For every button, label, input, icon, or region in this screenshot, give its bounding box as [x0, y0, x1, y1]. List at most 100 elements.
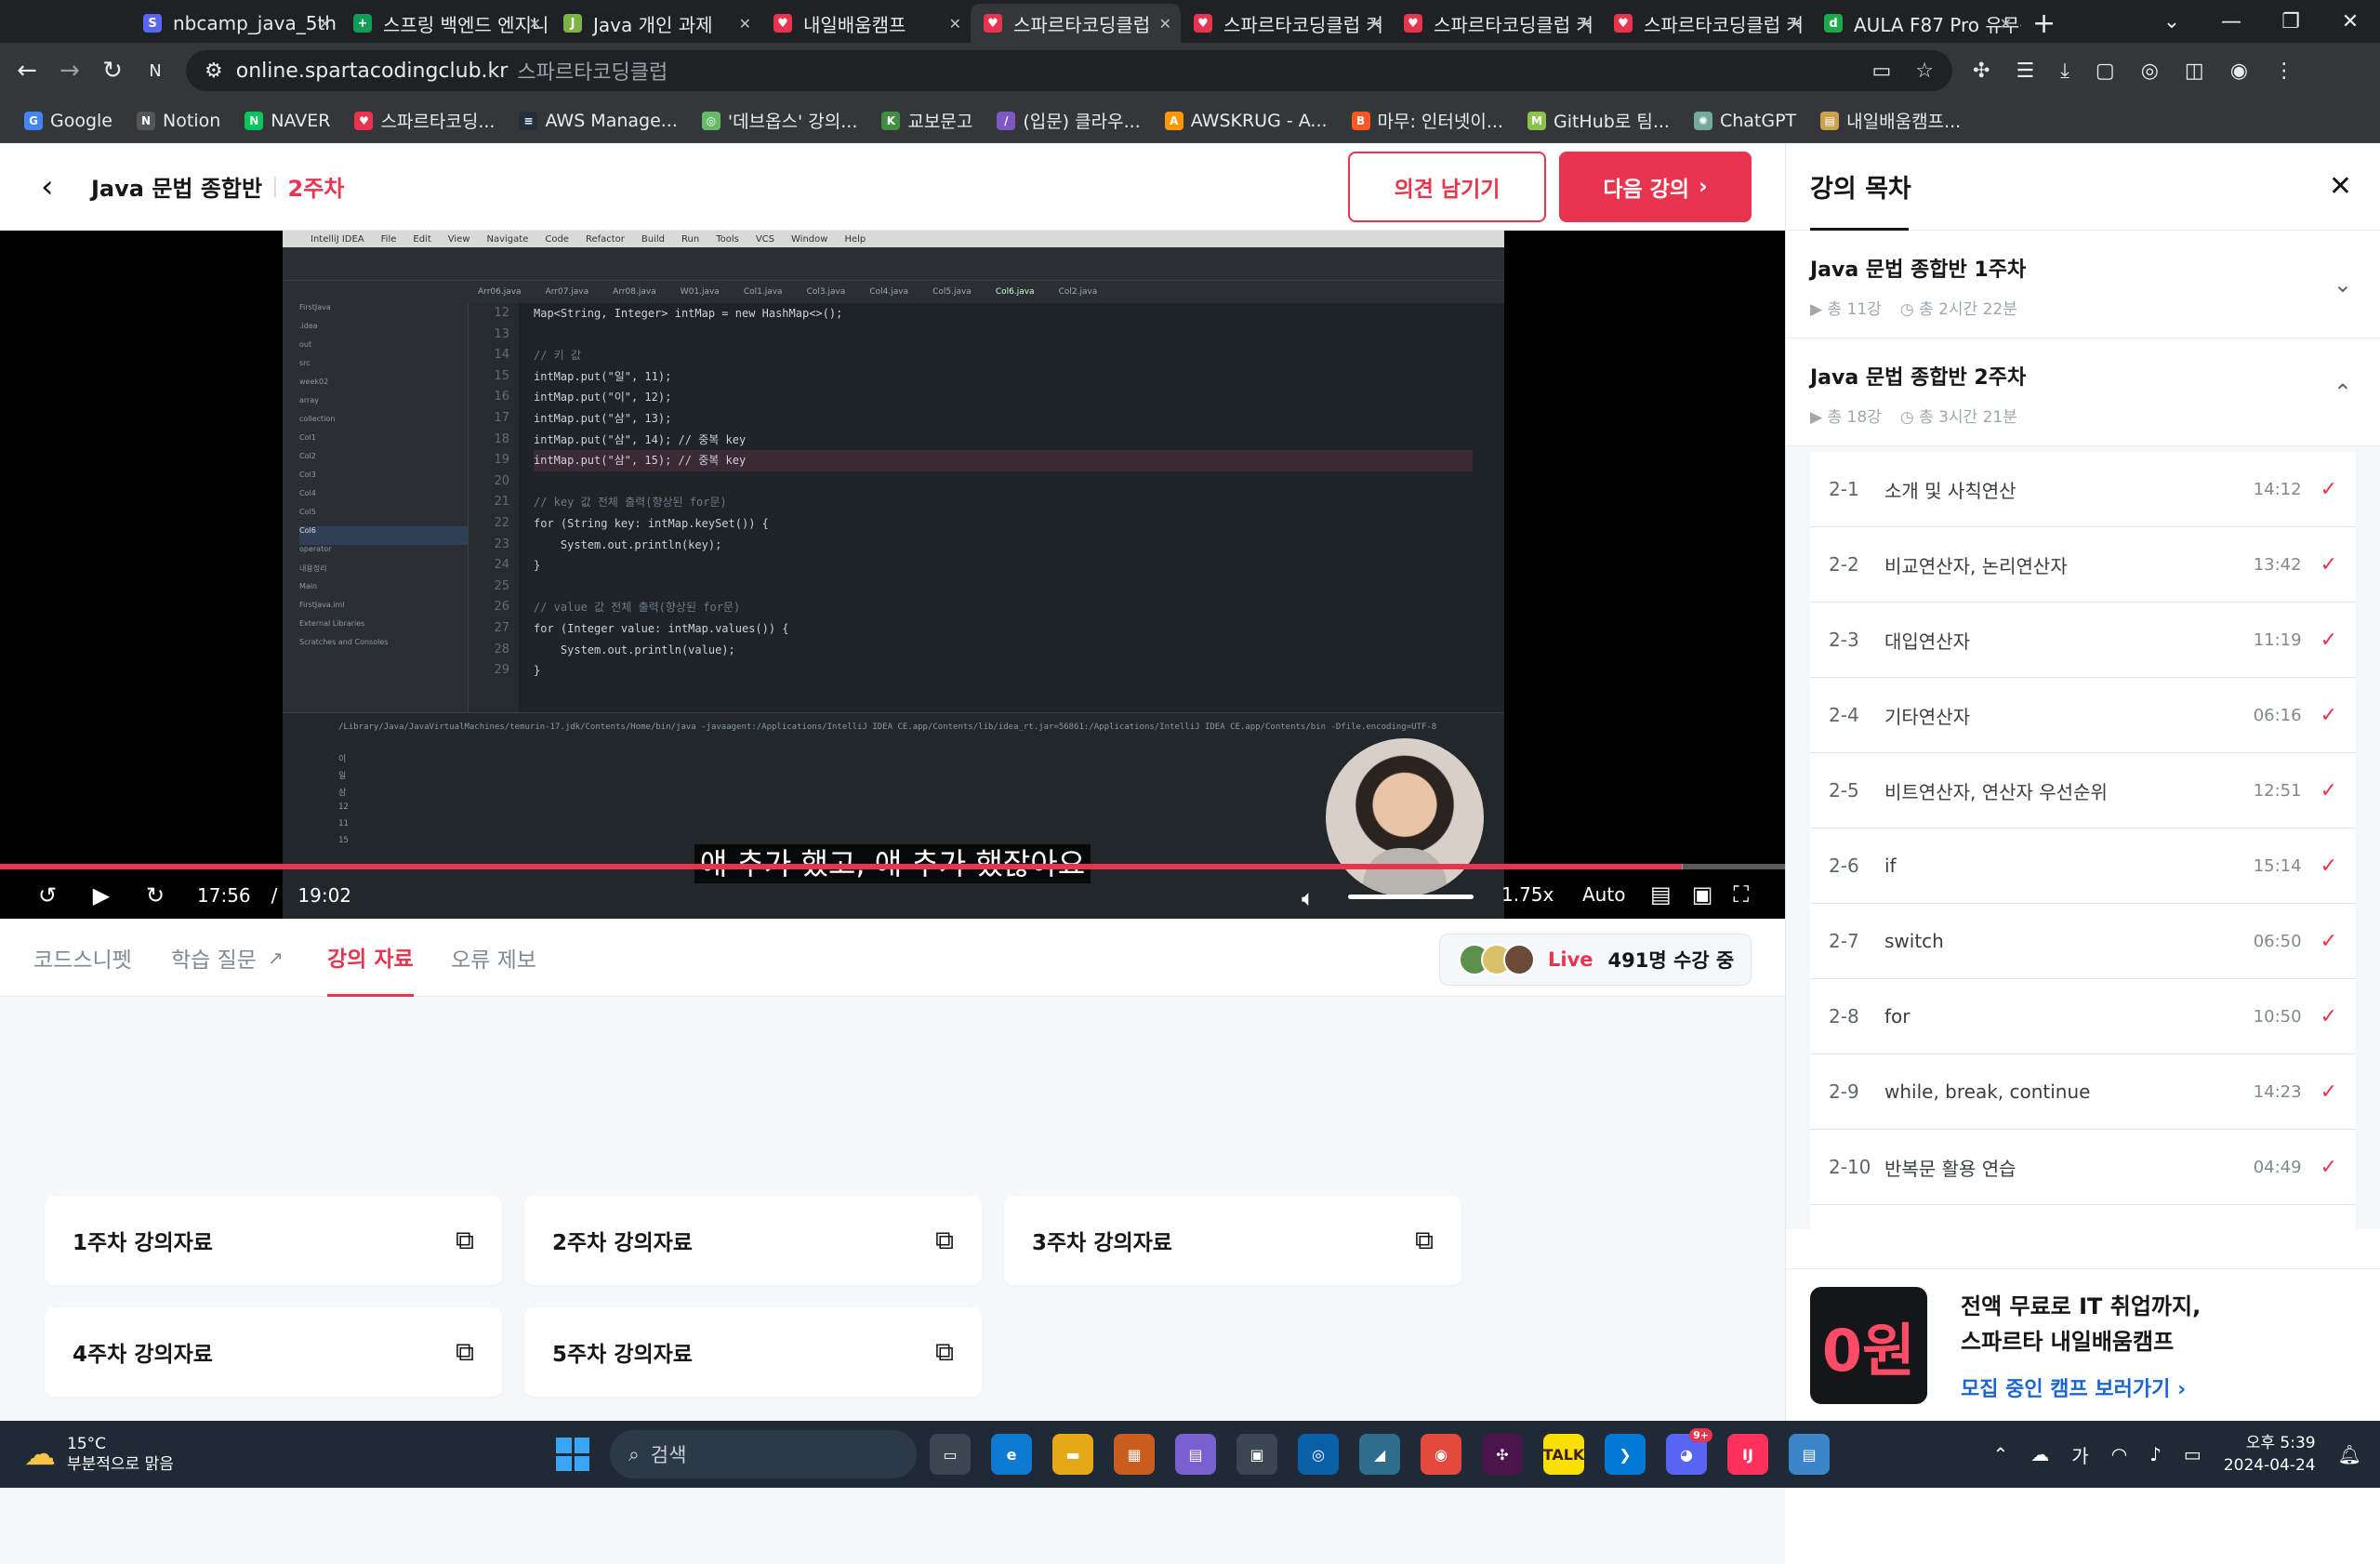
bookmark-item[interactable]: ♥ 스파르타코딩...	[354, 108, 495, 133]
lesson-item[interactable]: 2-11배열 개념소개 및 선언 조회 실습18:49✓	[1810, 1205, 2356, 1229]
captions-icon[interactable]: ▤	[1650, 881, 1672, 908]
sidebar-icon[interactable]: ◫	[2185, 60, 2204, 83]
rewind-10-icon[interactable]: ↺	[20, 882, 74, 908]
volume-icon[interactable]: 🔈︎	[1302, 885, 1315, 911]
task-view-icon[interactable]: ▭	[930, 1434, 971, 1475]
vscode-icon[interactable]: ❯	[1605, 1434, 1646, 1475]
volume-slider[interactable]	[1348, 895, 1474, 899]
browser-tab[interactable]: ♥ 스파르타코딩클럽 커 ✕	[1181, 4, 1391, 43]
bookmark-item[interactable]: ▤ 내일배움캠프...	[1820, 108, 1961, 133]
feedback-button[interactable]: 의견 남기기	[1348, 152, 1546, 222]
tab-close-icon[interactable]: ✕	[1159, 15, 1171, 33]
material-card-week2[interactable]: 2주차 강의자료 ⧉	[524, 1196, 982, 1285]
file-explorer-icon[interactable]: ▬	[1052, 1434, 1093, 1475]
lesson-item[interactable]: 2-3 대입연산자 11:19 ✓	[1810, 603, 2356, 678]
tab-questions[interactable]: 학습 질문 ↗	[171, 919, 284, 997]
camera-icon[interactable]: ◎	[2141, 60, 2159, 83]
browser-tab[interactable]: ♥ 내일배움캠프 ✕	[760, 4, 971, 43]
material-card-week4[interactable]: 4주차 강의자료 ⧉	[45, 1307, 502, 1397]
screenshot-icon[interactable]: ▢	[2096, 60, 2115, 83]
reload-icon[interactable]: ↻	[91, 57, 134, 85]
ime-indicator[interactable]: 가	[2071, 1441, 2088, 1468]
new-tab-button[interactable]: +	[2032, 4, 2056, 43]
taskbar-search[interactable]: ⌕ 검색	[610, 1430, 917, 1478]
browser-tab[interactable]: d AULA F87 Pro 유무선 ✕	[1811, 4, 2021, 43]
browser-tab[interactable]: Snbcamp_java_5th | ✕	[130, 4, 340, 43]
section-week2[interactable]: Java 문법 종합반 2주차 ▶ 총 18강 ◷ 총 3시간 21분 ⌃	[1786, 338, 2380, 446]
promo-link[interactable]: 모집 중인 캠프 보러가기 ›	[1961, 1372, 2201, 1402]
tab-materials[interactable]: 강의 자료	[327, 919, 414, 997]
address-bar[interactable]: ⚙ online.spartacodingclub.kr 스파르타코딩클럽 ▭ …	[186, 50, 1952, 91]
back-icon[interactable]: ←	[6, 57, 48, 85]
slack-icon[interactable]: ✣	[1482, 1434, 1523, 1475]
reading-list-icon[interactable]: ☰	[2016, 60, 2034, 83]
tab-close-icon[interactable]: ✕	[949, 15, 961, 33]
cast-icon[interactable]: ▭	[1871, 60, 1891, 83]
bookmark-item[interactable]: ≡ AWS Manage...	[519, 111, 678, 131]
app-icon[interactable]: ◢	[1359, 1434, 1400, 1475]
chrome-icon[interactable]: ◉	[1421, 1434, 1461, 1475]
close-window-button[interactable]: ✕	[2320, 10, 2380, 33]
kakaotalk-icon[interactable]: TALK	[1543, 1434, 1584, 1475]
volume-icon[interactable]: ♪	[2149, 1443, 2162, 1465]
tab-code-snippet[interactable]: 코드스니펫	[33, 919, 132, 997]
tab-close-icon[interactable]: ✕	[319, 15, 331, 33]
video-player[interactable]: IntelliJ IDEA File Edit View Navigate Code Ref…	[0, 231, 1785, 919]
notepad-icon[interactable]: ▤	[1789, 1434, 1830, 1475]
back-arrow-icon[interactable]: ‹	[41, 168, 69, 205]
app-icon[interactable]: ▤	[1175, 1434, 1216, 1475]
bookmark-item[interactable]: K 교보문고	[881, 108, 972, 133]
app-icon[interactable]: ◎	[1298, 1434, 1339, 1475]
lesson-item[interactable]: 2-4 기타연산자 06:16 ✓	[1810, 678, 2356, 753]
lesson-item[interactable]: 2-5 비트연산자, 연산자 우선순위 12:51 ✓	[1810, 753, 2356, 828]
bookmark-item[interactable]: / (입문) 클라우...	[997, 108, 1141, 133]
playback-speed[interactable]: 1.75x	[1501, 883, 1554, 906]
lesson-item[interactable]: 2-8 for 10:50 ✓	[1810, 979, 2356, 1054]
chevron-up-icon[interactable]: ⌃	[1993, 1443, 2009, 1465]
bookmark-item[interactable]: A AWSKRUG - A...	[1164, 111, 1328, 131]
wifi-icon[interactable]: ◠	[2111, 1443, 2127, 1465]
theater-mode-icon[interactable]: ▣	[1692, 881, 1713, 908]
tab-error-report[interactable]: 오류 제보	[451, 919, 536, 997]
lesson-item[interactable]: 2-1 소개 및 사칙연산 14:12 ✓	[1810, 452, 2356, 527]
tab-close-icon[interactable]: ✕	[1369, 15, 1382, 33]
start-button[interactable]	[556, 1438, 589, 1471]
lesson-item[interactable]: 2-7 switch 06:50 ✓	[1810, 904, 2356, 979]
close-icon[interactable]: ✕	[2329, 170, 2352, 203]
bookmark-item[interactable]: N NAVER	[245, 111, 330, 131]
material-card-week1[interactable]: 1주차 강의자료 ⧉	[45, 1196, 502, 1285]
tab-close-icon[interactable]: ✕	[739, 15, 751, 33]
menu-icon[interactable]: ⋮	[2274, 60, 2294, 83]
lesson-item[interactable]: 2-6 if 15:14 ✓	[1810, 828, 2356, 904]
browser-tab[interactable]: ♥ 스파르타코딩클럽 커 ✕	[1391, 4, 1601, 43]
browser-tab[interactable]: + 스프링 백엔드 엔지니 ✕	[340, 4, 550, 43]
lesson-item[interactable]: 2-10 반복문 활용 연습 04:49 ✓	[1810, 1130, 2356, 1205]
tab-close-icon[interactable]: ✕	[1790, 15, 1802, 33]
tab-search-icon[interactable]: ⌄	[2142, 10, 2202, 33]
minimize-button[interactable]: —	[2202, 10, 2261, 33]
extensions-icon[interactable]: ✣	[1973, 60, 1990, 83]
bookmark-star-icon[interactable]: ☆	[1915, 60, 1934, 83]
browser-tab[interactable]: J Java 개인 과제 ✕	[550, 4, 760, 43]
quality-setting[interactable]: Auto	[1582, 883, 1625, 906]
forward-10-icon[interactable]: ↻	[128, 882, 182, 908]
bookmark-item[interactable]: ✺ ChatGPT	[1693, 111, 1796, 131]
notification-icon[interactable]: 🔔︎	[2338, 1443, 2361, 1465]
material-card-week5[interactable]: 5주차 강의자료 ⧉	[524, 1307, 982, 1397]
edge-icon[interactable]: e	[991, 1434, 1032, 1475]
clock[interactable]: 오후 5:39 2024-04-24	[2224, 1432, 2316, 1477]
section-week1[interactable]: Java 문법 종합반 1주차 ▶ 총 11강 ◷ 총 2시간 22분 ⌄	[1786, 231, 2380, 338]
store-icon[interactable]: ▦	[1114, 1434, 1155, 1475]
browser-tab[interactable]: ♥ 스파르타코딩클럽 커 ✕	[1601, 4, 1811, 43]
bookmark-item[interactable]: M GitHub로 팀...	[1527, 108, 1670, 133]
tab-close-icon[interactable]: ✕	[1580, 15, 1592, 33]
bookmark-item[interactable]: B 마무: 인터넷이...	[1351, 108, 1503, 133]
download-icon[interactable]: ⤓	[2060, 60, 2069, 83]
play-icon[interactable]: ▶	[74, 882, 128, 908]
lesson-item[interactable]: 2-9 while, break, continue 14:23 ✓	[1810, 1054, 2356, 1130]
tab-close-icon[interactable]: ✕	[2000, 15, 2012, 33]
bookmark-item[interactable]: G Google	[24, 111, 112, 131]
video-progress-bar[interactable]	[0, 864, 1785, 869]
material-card-week3[interactable]: 3주차 강의자료 ⧉	[1004, 1196, 1461, 1285]
battery-icon[interactable]: ▭	[2184, 1443, 2202, 1465]
